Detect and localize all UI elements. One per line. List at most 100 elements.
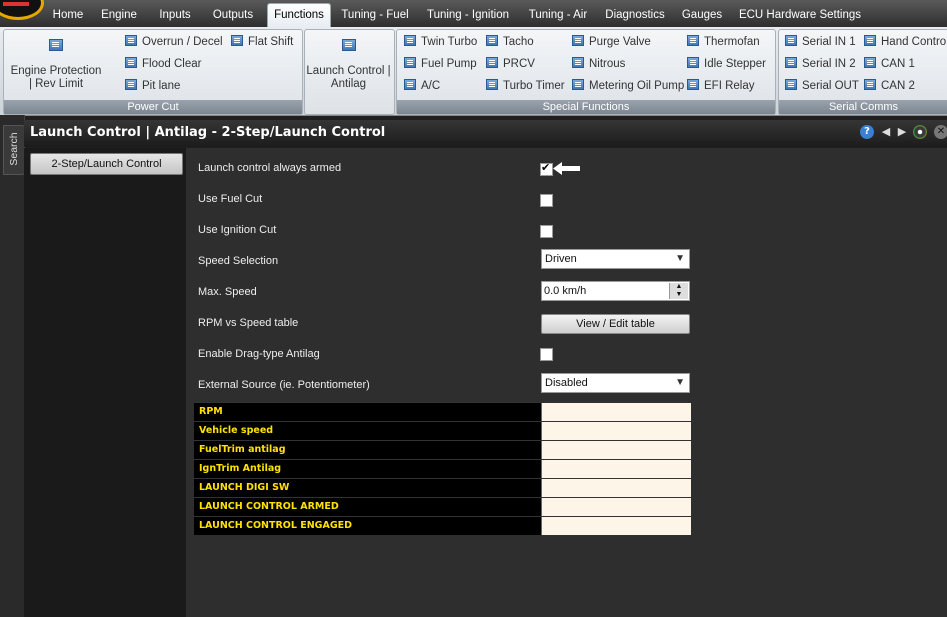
- tab-inputs[interactable]: Inputs: [152, 5, 198, 27]
- form-icon: [125, 79, 137, 90]
- external-source-dropdown[interactable]: Disabled ▼: [541, 373, 690, 393]
- search-tab-label: Search: [8, 132, 20, 166]
- tab-engine[interactable]: Engine: [97, 5, 141, 27]
- side-nav: [24, 148, 186, 617]
- speed-selection-dropdown[interactable]: Driven ▼: [541, 249, 690, 269]
- tab-home[interactable]: Home: [48, 5, 88, 27]
- form-icon: [864, 79, 876, 90]
- prcv-label: PRCV: [503, 58, 535, 70]
- serial-in-2-label: Serial IN 2: [802, 58, 856, 70]
- idle-stepper-button[interactable]: Idle Stepper: [687, 55, 766, 73]
- tab-tuning-fuel[interactable]: Tuning - Fuel: [337, 5, 413, 27]
- nitrous-button[interactable]: Nitrous: [572, 55, 625, 73]
- metering-oil-pump-button[interactable]: Metering Oil Pump: [572, 77, 684, 95]
- tab-outputs[interactable]: Outputs: [207, 5, 259, 27]
- purge-valve-button[interactable]: Purge Valve: [572, 33, 651, 51]
- speed-selection-label: Speed Selection: [198, 255, 279, 267]
- tab-gauges[interactable]: Gauges: [678, 5, 726, 27]
- table-row-value: [541, 460, 691, 478]
- table-row-value: [541, 517, 691, 535]
- ac-button[interactable]: A/C: [404, 77, 440, 95]
- turbo-timer-label: Turbo Timer: [503, 80, 565, 92]
- table-row-label: IgnTrim Antilag: [194, 460, 541, 478]
- form-icon: [687, 79, 699, 90]
- external-source-label: External Source (ie. Potentiometer): [198, 379, 370, 391]
- tacho-label: Tacho: [503, 36, 534, 48]
- pit-lane-label: Pit lane: [142, 80, 181, 92]
- use-fuel-cut-checkbox[interactable]: [540, 194, 553, 207]
- metering-oil-pump-label: Metering Oil Pump: [589, 80, 685, 92]
- efi-relay-label: EFI Relay: [704, 80, 755, 92]
- prcv-button[interactable]: PRCV: [486, 55, 535, 73]
- can-1-label: CAN 1: [881, 58, 915, 70]
- serial-out-button[interactable]: Serial OUT: [785, 77, 859, 95]
- table-row-value: [541, 479, 691, 497]
- twin-turbo-button[interactable]: Twin Turbo: [404, 33, 477, 51]
- max-speed-field[interactable]: 0.0 km/h ▲ ▼: [541, 281, 690, 301]
- close-icon[interactable]: ✕: [934, 125, 947, 139]
- table-row-label: LAUNCH DIGI SW: [194, 479, 541, 497]
- launch-armed-checkbox[interactable]: [540, 161, 553, 176]
- turbo-timer-button[interactable]: Turbo Timer: [486, 77, 565, 95]
- speed-selection-value: Driven: [545, 253, 577, 265]
- can-2-label: CAN 2: [881, 80, 915, 92]
- launch-control-antilag-label: Launch Control | Antilag: [306, 65, 391, 90]
- form-icon: [341, 39, 356, 51]
- form-icon: [486, 79, 498, 90]
- table-row-value: [541, 498, 691, 516]
- max-speed-value: 0.0 km/h: [544, 285, 587, 297]
- drag-antilag-label: Enable Drag-type Antilag: [198, 348, 320, 360]
- form-icon: [785, 79, 797, 90]
- flood-clear-button[interactable]: Flood Clear: [125, 55, 201, 73]
- flat-shift-label: Flat Shift: [248, 36, 294, 48]
- idle-stepper-label: Idle Stepper: [704, 58, 767, 70]
- form-icon: [864, 35, 876, 46]
- use-ignition-cut-checkbox[interactable]: [540, 225, 553, 238]
- engine-protection-rev-limit-button[interactable]: Engine Protection | Rev Limit: [8, 31, 104, 91]
- side-nav-2step-launch-control[interactable]: 2-Step/Launch Control: [30, 153, 183, 175]
- table-row: RPM: [194, 402, 691, 421]
- overrun-decel-button[interactable]: Overrun / Decel: [125, 33, 223, 51]
- twin-turbo-label: Twin Turbo: [421, 36, 478, 48]
- tab-diagnostics[interactable]: Diagnostics: [601, 5, 669, 27]
- tacho-button[interactable]: Tacho: [486, 33, 534, 51]
- group-label-power-cut: Power Cut: [4, 100, 302, 114]
- efi-relay-button[interactable]: EFI Relay: [687, 77, 755, 95]
- table-row-label: RPM: [194, 403, 541, 421]
- serial-in-2-button[interactable]: Serial IN 2: [785, 55, 856, 73]
- thermofan-button[interactable]: Thermofan: [687, 33, 760, 51]
- hand-control-button[interactable]: Hand Control: [864, 33, 947, 51]
- page-title: Launch Control | Antilag - 2-Step/Launch…: [30, 125, 386, 140]
- drag-antilag-checkbox[interactable]: [540, 348, 553, 361]
- thermofan-label: Thermofan: [704, 36, 760, 48]
- spinner-icon[interactable]: ▲ ▼: [669, 283, 688, 299]
- tab-ecu-hardware-settings[interactable]: ECU Hardware Settings: [736, 5, 864, 27]
- form-icon: [231, 35, 243, 46]
- gauge-icon[interactable]: [913, 125, 927, 139]
- tab-functions[interactable]: Functions: [267, 3, 331, 28]
- serial-in-1-button[interactable]: Serial IN 1: [785, 33, 856, 51]
- view-edit-table-button[interactable]: View / Edit table: [541, 314, 690, 334]
- overrun-decel-label: Overrun / Decel: [142, 36, 223, 48]
- form-icon: [687, 35, 699, 46]
- launch-control-antilag-button[interactable]: Launch Control | Antilag: [306, 31, 391, 91]
- can-2-button[interactable]: CAN 2: [864, 77, 915, 95]
- flat-shift-button[interactable]: Flat Shift: [231, 33, 293, 51]
- arrow-left-icon[interactable]: ◀: [879, 125, 893, 139]
- chevron-down-icon: ▼: [675, 377, 685, 388]
- fuel-pump-button[interactable]: Fuel Pump: [404, 55, 477, 73]
- pointer-arrow-icon: [553, 162, 580, 175]
- help-icon[interactable]: ?: [860, 125, 874, 139]
- table-row-label: LAUNCH CONTROL ARMED: [194, 498, 541, 516]
- table-row: IgnTrim Antilag: [194, 459, 691, 478]
- chevron-down-icon: ▼: [675, 253, 685, 264]
- tab-tuning-air[interactable]: Tuning - Air: [524, 5, 592, 27]
- form-icon: [404, 79, 416, 90]
- form-icon: [404, 35, 416, 46]
- can-1-button[interactable]: CAN 1: [864, 55, 915, 73]
- serial-out-label: Serial OUT: [802, 80, 859, 92]
- pit-lane-button[interactable]: Pit lane: [125, 77, 180, 95]
- tab-tuning-ignition[interactable]: Tuning - Ignition: [422, 5, 514, 27]
- arrow-right-icon[interactable]: ▶: [895, 125, 909, 139]
- table-row: LAUNCH CONTROL ENGAGED: [194, 516, 691, 535]
